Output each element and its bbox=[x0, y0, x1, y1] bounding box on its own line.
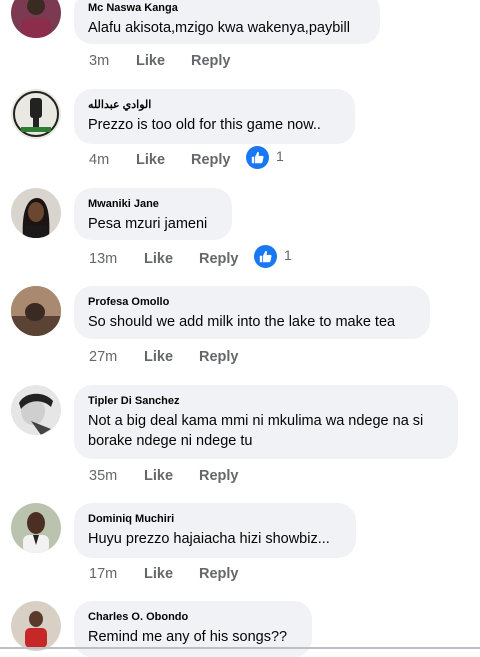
avatar[interactable] bbox=[11, 601, 61, 651]
comment-text: Remind me any of his songs?? bbox=[88, 629, 288, 645]
avatar[interactable] bbox=[11, 0, 61, 38]
thumbs-up-icon[interactable] bbox=[246, 146, 269, 169]
screen-edge-divider bbox=[0, 647, 480, 649]
comment-text-line-1: Not a big deal kama mmi ni mkulima wa nd… bbox=[88, 413, 424, 429]
comment-time[interactable]: 17m bbox=[89, 566, 117, 582]
comment-time[interactable]: 35m bbox=[89, 468, 117, 484]
reply-button[interactable]: Reply bbox=[199, 349, 239, 365]
thumbs-up-icon[interactable] bbox=[254, 245, 277, 268]
comment-author[interactable]: Tipler Di Sanchez bbox=[88, 394, 444, 408]
avatar[interactable] bbox=[11, 89, 61, 139]
comment-bubble: Profesa Omollo So should we add milk int… bbox=[74, 286, 430, 339]
comment-text: Alafu akisota,mzigo kwa wakenya,paybill bbox=[88, 20, 350, 36]
comment-text: Prezzo is too old for this game now.. bbox=[88, 117, 321, 133]
like-button[interactable]: Like bbox=[136, 152, 165, 168]
comment-author[interactable]: Mc Naswa Kanga bbox=[88, 1, 366, 15]
comment-author[interactable]: Profesa Omollo bbox=[88, 295, 416, 309]
comment-author[interactable]: Mwaniki Jane bbox=[88, 197, 218, 211]
comment-bubble: Tipler Di Sanchez Not a big deal kama mm… bbox=[74, 385, 458, 459]
like-button[interactable]: Like bbox=[144, 468, 173, 484]
comment-text: Pesa mzuri jameni bbox=[88, 216, 208, 232]
comment-bubble: Dominiq Muchiri Huyu prezzo hajaiacha hi… bbox=[74, 503, 356, 558]
reply-button[interactable]: Reply bbox=[199, 468, 239, 484]
reply-button[interactable]: Reply bbox=[199, 251, 239, 267]
avatar[interactable] bbox=[11, 503, 61, 553]
comment-text: So should we add milk into the lake to m… bbox=[88, 314, 396, 330]
avatar[interactable] bbox=[11, 188, 61, 238]
comment-time[interactable]: 27m bbox=[89, 349, 117, 365]
like-button[interactable]: Like bbox=[136, 53, 165, 69]
reply-button[interactable]: Reply bbox=[191, 152, 231, 168]
reply-button[interactable]: Reply bbox=[199, 566, 239, 582]
like-button[interactable]: Like bbox=[144, 349, 173, 365]
reaction-count[interactable]: 1 bbox=[276, 148, 284, 164]
comment-bubble: Mc Naswa Kanga Alafu akisota,mzigo kwa w… bbox=[74, 0, 380, 44]
comment-time[interactable]: 3m bbox=[89, 53, 109, 69]
comment-time[interactable]: 13m bbox=[89, 251, 117, 267]
comment-bubble: الوادي عبدالله Prezzo is too old for thi… bbox=[74, 89, 355, 144]
avatar[interactable] bbox=[11, 286, 61, 336]
reaction-count[interactable]: 1 bbox=[284, 247, 292, 263]
comment-author[interactable]: Dominiq Muchiri bbox=[88, 512, 342, 526]
comment-author[interactable]: الوادي عبدالله bbox=[88, 98, 341, 112]
comment-author[interactable]: Charles O. Obondo bbox=[88, 610, 298, 624]
comment-time[interactable]: 4m bbox=[89, 152, 109, 168]
like-button[interactable]: Like bbox=[144, 251, 173, 267]
reply-button[interactable]: Reply bbox=[191, 53, 231, 69]
comment-bubble: Mwaniki Jane Pesa mzuri jameni bbox=[74, 188, 232, 240]
comment-text: Huyu prezzo hajaiacha hizi showbiz... bbox=[88, 531, 330, 547]
avatar[interactable] bbox=[11, 385, 61, 435]
comment-text-line-2: borake ndege ni ndege tu bbox=[88, 433, 253, 449]
like-button[interactable]: Like bbox=[144, 566, 173, 582]
